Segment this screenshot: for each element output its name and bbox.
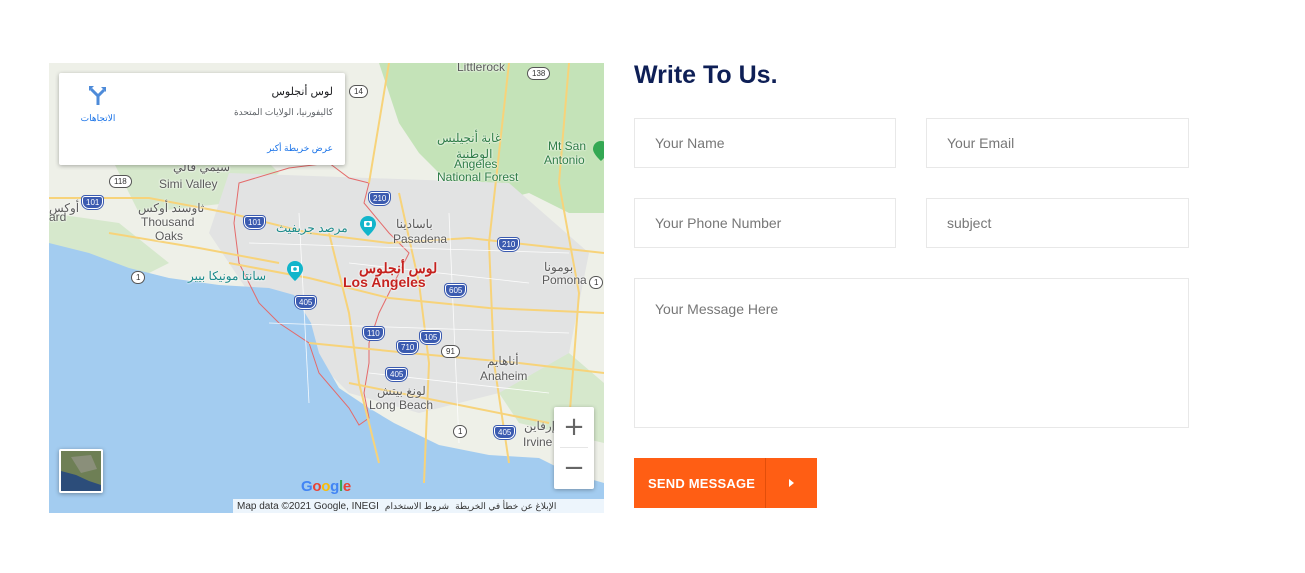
send-message-button[interactable]: SEND MESSAGE <box>634 458 817 508</box>
place-address: كاليفورنيا، الولايات المتحدة <box>233 107 333 117</box>
map-label-mt-san-antonio-2: Antonio <box>544 153 585 167</box>
map-label-simi-valley: Simi Valley <box>159 177 218 191</box>
map-label-irvine-ar: إرفاين <box>524 419 555 433</box>
route-shield: 105 <box>420 331 442 344</box>
map-label-pomona: Pomona <box>542 273 587 287</box>
route-shield: 710 <box>397 341 419 354</box>
place-name: لوس أنجلوس <box>271 86 334 98</box>
map-label-anaheim: Anaheim <box>480 369 528 383</box>
map-label-thousand-oaks-ar: ثاوسند أوكس <box>138 201 205 215</box>
route-shield: 14 <box>349 85 368 98</box>
larger-map-link[interactable]: عرض خريطة أكبر <box>267 143 333 154</box>
subject-input[interactable] <box>926 198 1189 248</box>
map-label-thousand-oaks: Thousand <box>141 215 195 229</box>
report-error-link[interactable]: الإبلاغ عن خطأ في الخريطة <box>455 501 556 512</box>
map-label-santa-monica-ar: سانتا مونيكا بيير <box>188 269 267 283</box>
route-shield: 210 <box>498 238 520 251</box>
map-label-pasadena-ar: باسادينا <box>396 217 433 231</box>
route-shield: 138 <box>527 67 551 80</box>
map-label-pasadena: Pasadena <box>393 232 448 246</box>
park-pin-icon[interactable] <box>593 141 604 161</box>
email-input[interactable] <box>926 118 1189 168</box>
satellite-toggle[interactable] <box>59 449 103 493</box>
satellite-thumbnail-icon <box>61 451 101 491</box>
map-info-card: الاتجاهات لوس أنجلوس كاليفورنيا، الولايا… <box>59 73 345 165</box>
camera-pin-icon[interactable] <box>287 261 303 281</box>
map-label-oxnard: ard <box>49 210 67 224</box>
map-label-anaheim-ar: أناهايم <box>487 354 519 368</box>
route-shield: 91 <box>441 345 460 358</box>
map-label-forest-ar: غابة أنجيليس <box>437 131 501 145</box>
map-label-littlerock: Littlerock <box>457 63 506 74</box>
arrow-right-icon <box>766 478 817 488</box>
send-message-label: SEND MESSAGE <box>648 475 756 491</box>
terms-link[interactable]: شروط الاستخدام <box>385 501 449 512</box>
map-label-thousand-oaks-2: Oaks <box>155 229 184 243</box>
route-shield: 405 <box>386 368 408 381</box>
zoom-out-button[interactable]: − <box>554 448 594 488</box>
route-shield: 405 <box>295 296 317 309</box>
map-attribution-bar: Map data ©2021 Google, INEGI شروط الاستخ… <box>233 499 604 513</box>
phone-input[interactable] <box>634 198 896 248</box>
map-label-irvine: Irvine <box>523 435 553 449</box>
route-shield: 118 <box>109 175 132 188</box>
directions-icon <box>89 86 106 105</box>
map-label-forest-2: National Forest <box>437 170 519 184</box>
route-shield: 110 <box>363 327 384 340</box>
google-map[interactable]: Littlerock سيمي فالي Simi Valley ثاوسند … <box>49 63 604 513</box>
directions-button[interactable]: الاتجاهات <box>73 85 123 124</box>
zoom-control: + − <box>554 407 594 489</box>
route-shield: 210 <box>369 192 391 205</box>
route-shield: 101 <box>82 196 104 209</box>
map-label-long-beach-ar: لونغ بيتش <box>377 384 426 398</box>
map-label-mt-san-antonio: Mt San <box>548 139 587 153</box>
route-shield: 405 <box>494 426 516 439</box>
map-attribution: Map data ©2021 Google, INEGI <box>237 500 379 512</box>
map-label-long-beach: Long Beach <box>369 398 434 412</box>
name-input[interactable] <box>634 118 896 168</box>
google-logo[interactable]: Google <box>301 478 351 495</box>
route-shield: 101 <box>244 216 266 229</box>
map-label-la: Los Angeles <box>343 274 426 290</box>
zoom-in-button[interactable]: + <box>554 407 594 447</box>
message-textarea[interactable] <box>634 278 1189 428</box>
map-label-griffith-ar: مرصد جريفيث <box>276 221 348 235</box>
route-shield: 605 <box>445 284 467 297</box>
camera-pin-icon[interactable] <box>360 216 376 236</box>
directions-label: الاتجاهات <box>80 113 116 123</box>
form-title: Write To Us. <box>634 61 778 89</box>
